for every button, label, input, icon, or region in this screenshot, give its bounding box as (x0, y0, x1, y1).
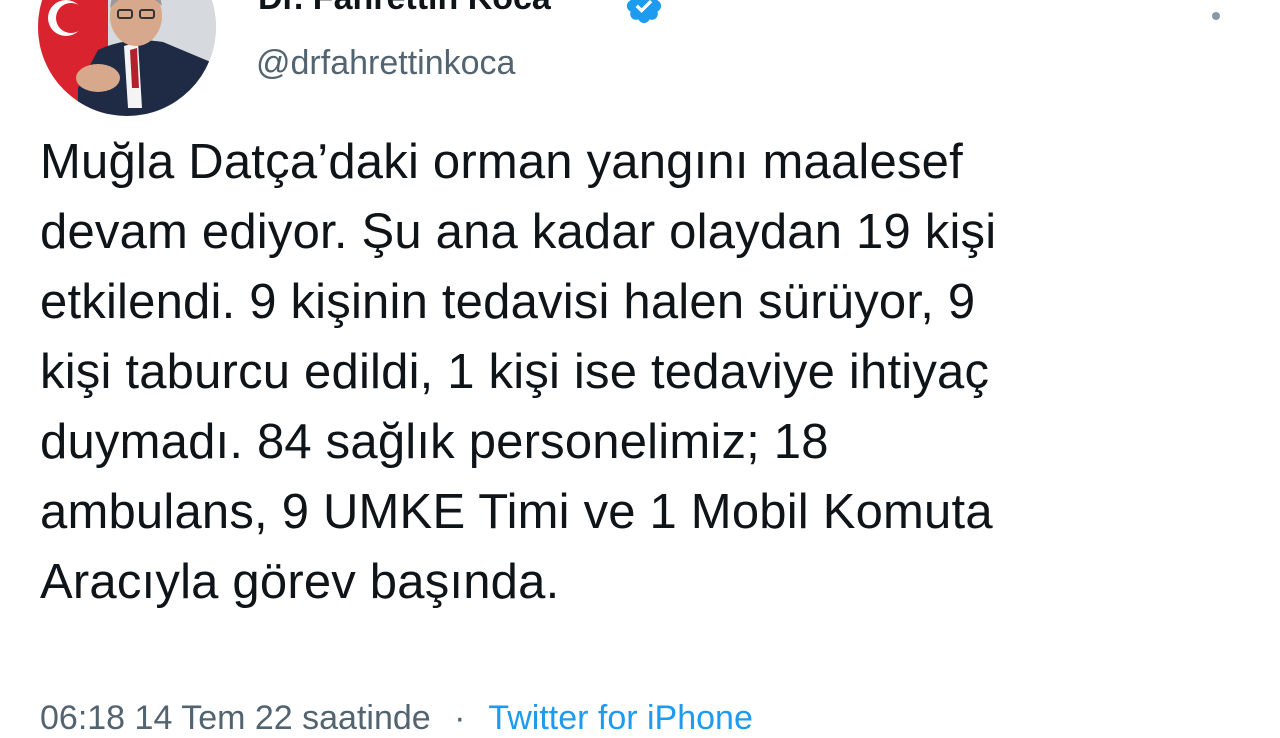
tweet-meta: 06:18 14 Tem 22 saatinde · Twitter for i… (40, 698, 753, 738)
tweet-text-line: ambulans, 9 UMKE Timi ve 1 Mobil Komuta (40, 485, 993, 539)
more-options-icon[interactable] (1204, 0, 1228, 20)
author-handle[interactable]: @drfahrettinkoca (256, 43, 515, 83)
tweet-text-line: Muğla Datça’daki orman yangını maalesef (40, 135, 963, 189)
tweet-text-line: duymadı. 84 sağlık personelimiz; 18 (40, 415, 829, 469)
tweet-text-line: Aracıyla görev başında. (40, 555, 560, 609)
tweet-text-line: kişi taburcu edildi, 1 kişi ise tedaviye… (40, 345, 990, 399)
more-dot (1212, 12, 1220, 20)
tweet-date[interactable]: 14 Tem 22 saatinde (135, 699, 431, 737)
tweet-text: Muğla Datça’daki orman yangını maalesef … (40, 127, 1240, 617)
verified-badge-icon (624, 0, 664, 26)
tweet-text-line: etkilendi. 9 kişinin tedavisi halen sürü… (40, 275, 976, 329)
avatar-photo (38, 0, 216, 116)
tweet-source-link[interactable]: Twitter for iPhone (488, 699, 753, 737)
avatar[interactable] (38, 0, 216, 116)
meta-separator: · (454, 699, 466, 737)
tweet-text-line: devam ediyor. Şu ana kadar olaydan 19 ki… (40, 205, 997, 259)
tweet-time[interactable]: 06:18 (40, 699, 125, 737)
author-display-name[interactable]: Dr. Fahrettin Koca (258, 0, 551, 18)
